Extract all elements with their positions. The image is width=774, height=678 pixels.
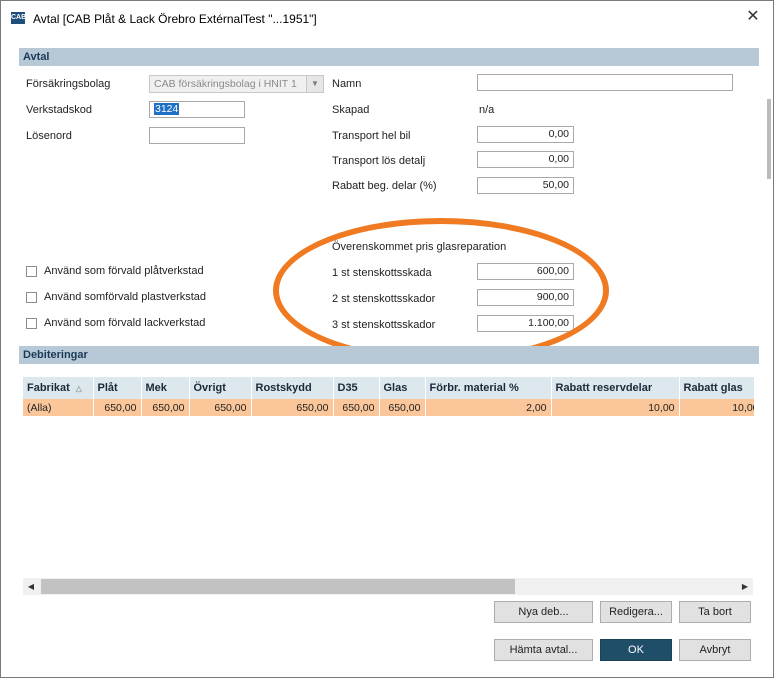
- cell-forbr-material: 2,00: [425, 399, 552, 416]
- section-header-avtal: Avtal: [19, 48, 759, 66]
- grid-header-row: Fabrikat △ Plåt Mek Övrigt Rostskydd D35 …: [23, 377, 754, 399]
- column-header-fabrikat[interactable]: Fabrikat △: [23, 377, 94, 399]
- chip1-field[interactable]: 600,00: [477, 263, 574, 280]
- window-title: Avtal [CAB Plåt & Lack Örebro ExtérnalTe…: [33, 12, 317, 26]
- name-label: Namn: [332, 78, 362, 90]
- default-plat-label: Använd som förvald plåtverkstad: [44, 265, 204, 277]
- cell-d35: 650,00: [333, 399, 380, 416]
- section-header-debiteringar: Debiteringar: [19, 346, 759, 364]
- cell-glas: 650,00: [379, 399, 426, 416]
- cell-mek: 650,00: [141, 399, 190, 416]
- workshop-code-field[interactable]: 3124: [149, 101, 245, 118]
- cell-rabatt-reservdelar: 10,00: [551, 399, 680, 416]
- column-header-d35[interactable]: D35: [333, 377, 380, 399]
- default-lack-checkbox[interactable]: Använd som förvald lackverkstad: [26, 317, 205, 329]
- transport-car-field[interactable]: 0,00: [477, 126, 574, 143]
- chevron-down-icon: ▼: [306, 76, 323, 92]
- scrollbar-thumb[interactable]: [41, 579, 515, 594]
- chip3-field[interactable]: 1.100,00: [477, 315, 574, 332]
- scroll-right-icon[interactable]: ▶: [737, 578, 753, 595]
- column-header-rostskydd[interactable]: Rostskydd: [251, 377, 334, 399]
- insurer-select[interactable]: CAB försäkringsbolag i HNIT 1 ▼: [149, 75, 324, 93]
- default-plast-label: Använd somförvald plastverkstad: [44, 291, 207, 303]
- discount-field[interactable]: 50,00: [477, 177, 574, 194]
- default-lack-label: Använd som förvald lackverkstad: [44, 317, 206, 329]
- password-label: Lösenord: [26, 130, 72, 142]
- app-icon: CAB: [11, 12, 26, 24]
- column-header-ovrigt[interactable]: Övrigt: [189, 377, 252, 399]
- checkbox-box: [26, 265, 37, 277]
- close-icon[interactable]: ✕: [743, 7, 763, 27]
- column-header-plat[interactable]: Plåt: [93, 377, 142, 399]
- cell-plat: 650,00: [93, 399, 142, 416]
- new-debitering-button[interactable]: Nya deb...: [494, 601, 593, 623]
- default-plat-checkbox[interactable]: Använd som förvald plåtverkstad: [26, 265, 204, 277]
- debiteringar-grid: Fabrikat △ Plåt Mek Övrigt Rostskydd D35 …: [23, 377, 754, 417]
- name-field[interactable]: [477, 74, 733, 91]
- chip2-label: 2 st stenskottsskador: [332, 293, 436, 305]
- column-header-rabatt-glas[interactable]: Rabatt glas: [679, 377, 754, 399]
- insurer-value: CAB försäkringsbolag i HNIT 1: [154, 78, 297, 90]
- table-row[interactable]: (Alla) 650,00 650,00 650,00 650,00 650,0…: [23, 399, 754, 416]
- column-header-glas[interactable]: Glas: [379, 377, 426, 399]
- cell-rabatt-glas: 10,00: [679, 399, 754, 416]
- sort-icon: △: [75, 384, 82, 393]
- cancel-button[interactable]: Avbryt: [679, 639, 751, 661]
- chip1-label: 1 st stenskottsskada: [332, 267, 432, 279]
- created-value: n/a: [479, 104, 495, 116]
- cell-fabrikat: (Alla): [23, 399, 94, 416]
- edit-button[interactable]: Redigera...: [600, 601, 672, 623]
- delete-button[interactable]: Ta bort: [679, 601, 751, 623]
- workshop-code-value: 3124: [154, 103, 180, 115]
- default-plast-checkbox[interactable]: Använd somförvald plastverkstad: [26, 291, 206, 303]
- column-header-forbr-material[interactable]: Förbr. material %: [425, 377, 552, 399]
- transport-car-label: Transport hel bil: [332, 130, 411, 142]
- discount-label: Rabatt beg. delar (%): [332, 180, 437, 192]
- transport-part-label: Transport lös detalj: [332, 155, 426, 167]
- ok-button[interactable]: OK: [600, 639, 672, 661]
- checkbox-box: [26, 317, 37, 329]
- scroll-left-icon[interactable]: ◀: [23, 578, 39, 595]
- workshop-code-label: Verkstadskod: [26, 104, 93, 116]
- chip3-label: 3 st stenskottsskador: [332, 319, 436, 331]
- cell-ovrigt: 650,00: [189, 399, 252, 416]
- title-bar: CAB Avtal [CAB Plåt & Lack Örebro Extérn…: [1, 1, 773, 35]
- transport-part-field[interactable]: 0,00: [477, 151, 574, 168]
- created-label: Skapad: [332, 104, 370, 116]
- column-header-mek[interactable]: Mek: [141, 377, 190, 399]
- insurer-label: Försäkringsbolag: [26, 78, 111, 90]
- chip2-field[interactable]: 900,00: [477, 289, 574, 306]
- window-edge-decoration: [767, 99, 771, 179]
- glass-repair-heading: Överenskommet pris glasreparation: [332, 241, 507, 253]
- password-field[interactable]: [149, 127, 245, 144]
- horizontal-scrollbar[interactable]: ◀ ▶: [23, 578, 753, 595]
- column-header-rabatt-reservdelar[interactable]: Rabatt reservdelar: [551, 377, 680, 399]
- checkbox-box: [26, 291, 37, 303]
- cell-rostskydd: 650,00: [251, 399, 334, 416]
- dialog-window: CAB Avtal [CAB Plåt & Lack Örebro Extérn…: [0, 0, 774, 678]
- fetch-agreement-button[interactable]: Hämta avtal...: [494, 639, 593, 661]
